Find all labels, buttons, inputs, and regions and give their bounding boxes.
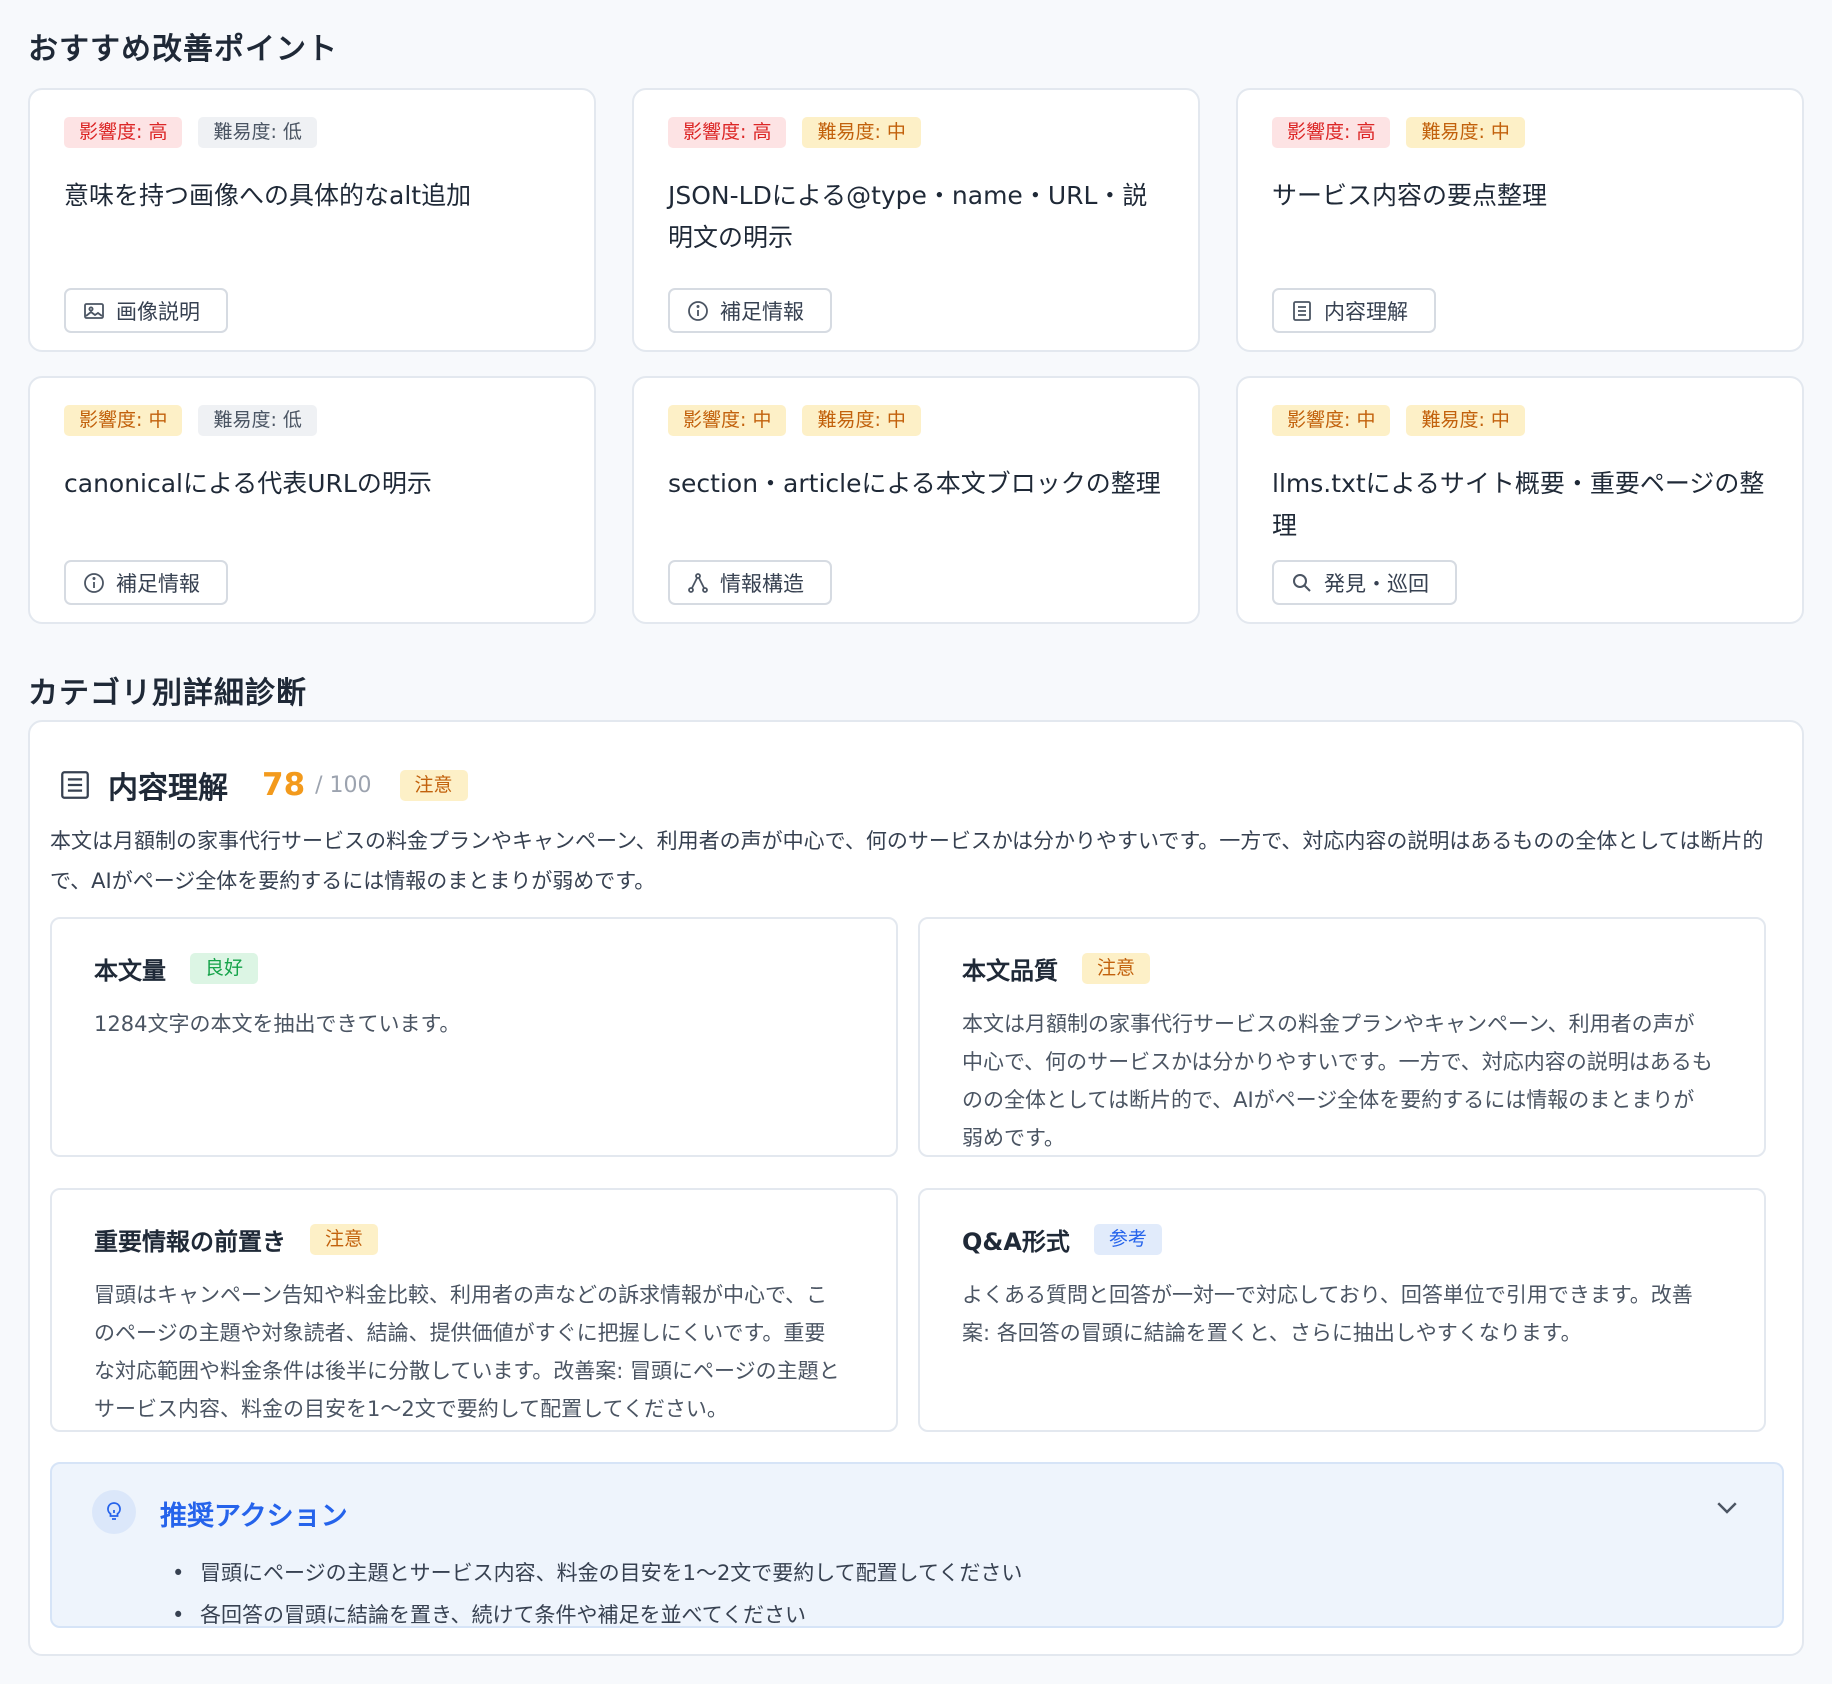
recommend-card[interactable]: 影響度: 高 難易度: 中 JSON-LDによる@type・name・URL・説… bbox=[632, 88, 1200, 352]
recommend-card[interactable]: 影響度: 中 難易度: 中 section・articleによる本文ブロックの整… bbox=[632, 376, 1200, 624]
card-title: サービス内容の要点整理 bbox=[1272, 181, 1548, 210]
difficulty-badge: 難易度: 中 bbox=[802, 117, 921, 148]
card-title: llms.txtによるサイト概要・重要ページの整理 bbox=[1272, 469, 1765, 540]
status-badge: 注意 bbox=[310, 1224, 379, 1255]
tag-label: 情報構造 bbox=[720, 571, 804, 596]
tag-label: 補足情報 bbox=[720, 299, 804, 324]
check-card: 重要情報の前置き 注意 冒頭はキャンペーン告知や料金比較、利用者の声などの訴求情… bbox=[50, 1188, 898, 1432]
action-item: 各回答の冒頭に結論を置き、続けて条件や補足を並べてください bbox=[172, 1594, 1022, 1626]
info-icon bbox=[84, 572, 104, 593]
category-tag[interactable]: 補足情報 bbox=[64, 560, 228, 605]
card-title: canonicalによる代表URLの明示 bbox=[64, 469, 432, 498]
recommend-card[interactable]: 影響度: 高 難易度: 中 サービス内容の要点整理 内容理解 bbox=[1236, 88, 1804, 352]
tag-label: 発見・巡回 bbox=[1324, 571, 1429, 596]
status-badge: 注意 bbox=[399, 769, 468, 801]
category-tag[interactable]: 補足情報 bbox=[668, 288, 832, 333]
check-text: 冒頭はキャンペーン告知や料金比較、利用者の声などの訴求情報が中心で、このページの… bbox=[94, 1283, 840, 1421]
check-title: 本文量 bbox=[94, 957, 166, 985]
category-description: 本文は月額制の家事代行サービスの料金プランやキャンペーン、利用者の声が中心で、何… bbox=[50, 829, 1764, 893]
tag-label: 画像説明 bbox=[116, 299, 200, 324]
category-panel: 内容理解 78 / 100 注意 本文は月額制の家事代行サービスの料金プランやキ… bbox=[28, 720, 1804, 1656]
check-text: よくある質問と回答が一対一で対応しており、回答単位で引用できます。改善案: 各回… bbox=[962, 1283, 1693, 1345]
difficulty-badge: 難易度: 低 bbox=[198, 405, 317, 436]
impact-badge: 影響度: 高 bbox=[1272, 117, 1391, 148]
card-title: 意味を持つ画像への具体的なalt追加 bbox=[64, 181, 472, 210]
impact-badge: 影響度: 高 bbox=[64, 117, 183, 148]
check-title: Q&A形式 bbox=[962, 1228, 1070, 1256]
structure-icon bbox=[688, 572, 708, 593]
actions-list: 冒頭にページの主題とサービス内容、料金の目安を1〜2文で要約して配置してください… bbox=[172, 1552, 1022, 1626]
difficulty-badge: 難易度: 中 bbox=[1406, 405, 1525, 436]
tag-label: 内容理解 bbox=[1324, 299, 1408, 324]
lightbulb-icon bbox=[92, 1490, 136, 1534]
difficulty-badge: 難易度: 中 bbox=[1406, 117, 1525, 148]
check-title: 重要情報の前置き bbox=[94, 1228, 286, 1256]
actions-title: 推奨アクション bbox=[160, 1501, 348, 1532]
check-card: 本文品質 注意 本文は月額制の家事代行サービスの料金プランやキャンペーン、利用者… bbox=[918, 917, 1766, 1157]
recommend-card[interactable]: 影響度: 中 難易度: 中 llms.txtによるサイト概要・重要ページの整理 … bbox=[1236, 376, 1804, 624]
status-badge: 良好 bbox=[190, 953, 259, 984]
search-icon bbox=[1293, 573, 1311, 592]
recommend-card[interactable]: 影響度: 高 難易度: 低 意味を持つ画像への具体的なalt追加 画像説明 bbox=[28, 88, 596, 352]
image-icon bbox=[84, 302, 104, 319]
category-tag[interactable]: 内容理解 bbox=[1272, 288, 1436, 333]
difficulty-badge: 難易度: 中 bbox=[802, 405, 921, 436]
chevron-down-icon[interactable] bbox=[1712, 1492, 1742, 1522]
card-title: section・articleによる本文ブロックの整理 bbox=[668, 469, 1161, 498]
check-text: 本文は月額制の家事代行サービスの料金プランやキャンペーン、利用者の声が中心で、何… bbox=[962, 1012, 1713, 1150]
category-tag[interactable]: 画像説明 bbox=[64, 288, 228, 333]
category-score-max: / 100 bbox=[315, 772, 372, 798]
recommend-section-title: おすすめ改善ポイント bbox=[28, 32, 338, 67]
document-icon bbox=[61, 771, 89, 799]
recommend-grid: 影響度: 高 難易度: 低 意味を持つ画像への具体的なalt追加 画像説明 影響… bbox=[28, 88, 1804, 624]
check-text: 1284文字の本文を抽出できています。 bbox=[94, 1012, 461, 1036]
impact-badge: 影響度: 高 bbox=[668, 117, 787, 148]
check-card: 本文量 良好 1284文字の本文を抽出できています。 bbox=[50, 917, 898, 1157]
category-header: 内容理解 78 / 100 注意 bbox=[58, 760, 468, 810]
impact-badge: 影響度: 中 bbox=[64, 405, 183, 436]
action-item: 冒頭にページの主題とサービス内容、料金の目安を1〜2文で要約して配置してください bbox=[172, 1552, 1022, 1594]
document-icon bbox=[1293, 300, 1311, 321]
check-title: 本文品質 bbox=[962, 957, 1058, 985]
recommended-actions[interactable]: 推奨アクション 冒頭にページの主題とサービス内容、料金の目安を1〜2文で要約して… bbox=[50, 1462, 1784, 1628]
impact-badge: 影響度: 中 bbox=[668, 405, 787, 436]
impact-badge: 影響度: 中 bbox=[1272, 405, 1391, 436]
category-section-title: カテゴリ別詳細診断 bbox=[28, 676, 307, 711]
tag-label: 補足情報 bbox=[116, 571, 200, 596]
status-badge: 参考 bbox=[1093, 1224, 1162, 1255]
category-name: 内容理解 bbox=[108, 771, 228, 806]
category-score: 78 bbox=[262, 767, 306, 803]
info-icon bbox=[688, 300, 708, 321]
category-tag[interactable]: 情報構造 bbox=[668, 560, 832, 605]
difficulty-badge: 難易度: 低 bbox=[198, 117, 317, 148]
check-card: Q&A形式 参考 よくある質問と回答が一対一で対応しており、回答単位で引用できま… bbox=[918, 1188, 1766, 1432]
recommend-card[interactable]: 影響度: 中 難易度: 低 canonicalによる代表URLの明示 補足情報 bbox=[28, 376, 596, 624]
category-tag[interactable]: 発見・巡回 bbox=[1272, 560, 1457, 605]
status-badge: 注意 bbox=[1082, 953, 1151, 984]
card-title: JSON-LDによる@type・name・URL・説明文の明示 bbox=[668, 181, 1148, 252]
